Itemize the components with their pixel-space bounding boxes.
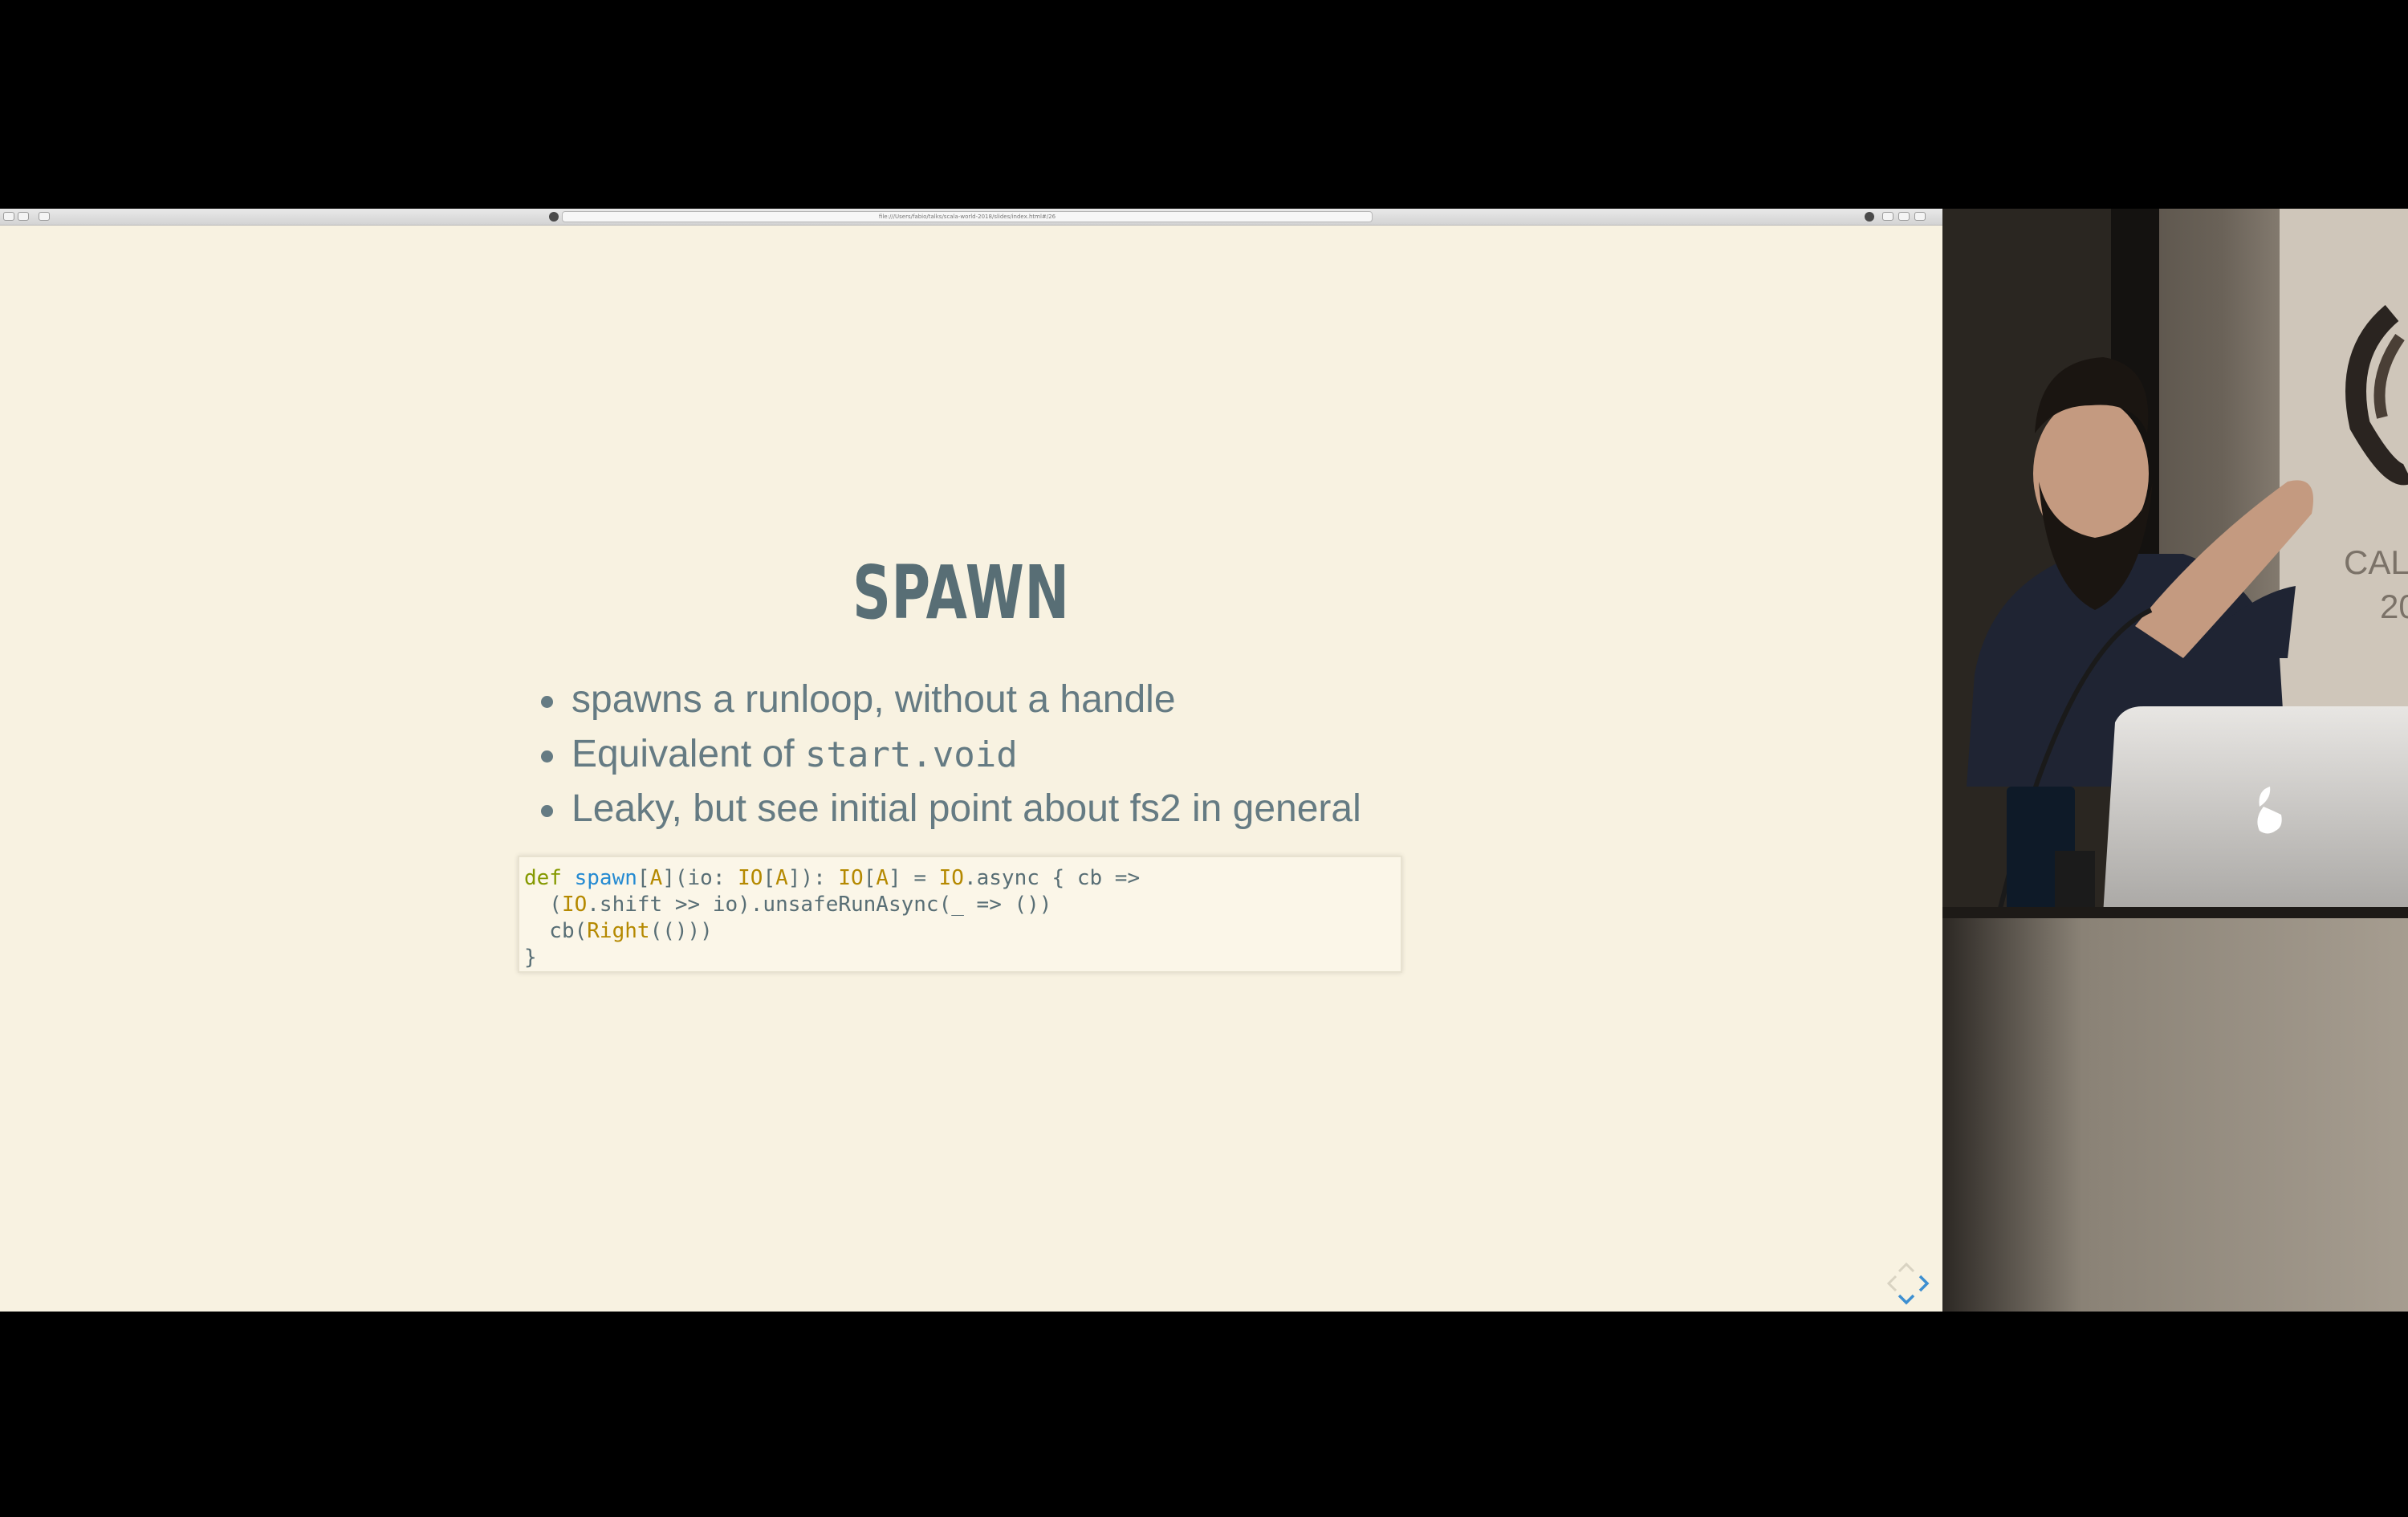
bullet-text: Leaky, but see initial point about fs2 i… bbox=[571, 787, 1361, 830]
inline-code: start.void bbox=[804, 734, 1018, 775]
code-token: A bbox=[649, 866, 663, 890]
code-token: IO bbox=[938, 866, 964, 890]
speaker-photo: CALA 20 bbox=[1942, 209, 2408, 1312]
bullet-dot bbox=[541, 750, 553, 763]
slide-navigation bbox=[1886, 1262, 1930, 1305]
bullet-text: Equivalent of bbox=[571, 733, 805, 775]
bullet-dot bbox=[541, 696, 553, 708]
nav-left-icon[interactable] bbox=[1886, 1275, 1898, 1292]
address-bar[interactable]: file:///Users/fabio/talks/scala-world-20… bbox=[562, 211, 1373, 222]
browser-window: file:///Users/fabio/talks/scala-world-20… bbox=[0, 209, 1942, 1312]
code-token: .async { cb => bbox=[963, 866, 1141, 890]
code-block: def spawn[A](io: IO[A]): IO[A] = IO.asyn… bbox=[518, 856, 1402, 973]
bullet-item: spawns a runloop, without a handle bbox=[538, 673, 1361, 727]
code-token: def bbox=[524, 866, 562, 890]
sidebar-button[interactable] bbox=[39, 212, 50, 221]
code-token: } bbox=[524, 946, 537, 970]
code-token: A bbox=[775, 866, 788, 890]
nav-down-icon[interactable] bbox=[1898, 1294, 1915, 1305]
forward-button[interactable] bbox=[18, 212, 29, 221]
back-button[interactable] bbox=[3, 212, 14, 221]
banner-text: 20 bbox=[2380, 588, 2408, 625]
bullet-text: spawns a runloop, without a handle bbox=[571, 678, 1176, 721]
code-token: ( bbox=[524, 893, 562, 917]
laptop bbox=[2103, 706, 2408, 915]
code-token: ](io: bbox=[662, 866, 738, 890]
slide-title: SPAWN bbox=[852, 550, 1070, 636]
code-token: Right bbox=[587, 919, 650, 943]
code-token: [ bbox=[763, 866, 776, 890]
downloads-icon[interactable] bbox=[1865, 212, 1874, 222]
code-line: cb(Right(())) bbox=[524, 918, 1401, 945]
code-line: (IO.shift >> io).unsafeRunAsync(_ => ()) bbox=[524, 892, 1401, 918]
code-token: IO bbox=[561, 893, 588, 917]
code-token: A bbox=[876, 866, 889, 890]
new-tab-button[interactable] bbox=[1914, 212, 1926, 221]
code-token: IO bbox=[838, 866, 864, 890]
bullet-dot bbox=[541, 805, 553, 817]
nav-up-icon[interactable] bbox=[1898, 1262, 1915, 1273]
podium bbox=[1942, 915, 2408, 1312]
code-token: ] = bbox=[889, 866, 939, 890]
privacy-icon[interactable] bbox=[549, 212, 559, 222]
code-token: [ bbox=[863, 866, 877, 890]
browser-toolbar: file:///Users/fabio/talks/scala-world-20… bbox=[0, 209, 1942, 226]
share-button[interactable] bbox=[1882, 212, 1893, 221]
code-token: (())) bbox=[649, 919, 713, 943]
code-line: def spawn[A](io: IO[A]): IO[A] = IO.asyn… bbox=[524, 865, 1401, 892]
bullet-list: spawns a runloop, without a handle Equiv… bbox=[538, 673, 1361, 836]
nav-right-icon[interactable] bbox=[1918, 1275, 1930, 1292]
code-line: } bbox=[524, 945, 1401, 971]
code-token: .shift >> io).unsafeRunAsync(_ => ()) bbox=[587, 893, 1052, 917]
code-token: cb( bbox=[524, 919, 588, 943]
bullet-item: Leaky, but see initial point about fs2 i… bbox=[538, 782, 1361, 836]
code-token: [ bbox=[637, 866, 650, 890]
speaker-camera-feed: CALA 20 bbox=[1942, 209, 2408, 1312]
code-token: IO bbox=[738, 866, 763, 890]
code-token: spawn bbox=[574, 866, 637, 890]
banner-text: CALA bbox=[2344, 543, 2408, 581]
tabs-button[interactable] bbox=[1898, 212, 1910, 221]
bullet-item: Equivalent of start.void bbox=[538, 727, 1361, 782]
code-token: ]): bbox=[787, 866, 839, 890]
